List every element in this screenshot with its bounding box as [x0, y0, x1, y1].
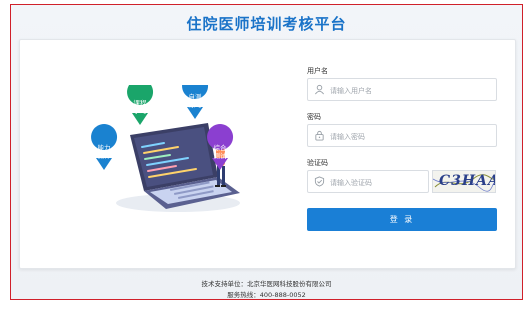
- footer-hotline: 服务热线：400-888-0052: [227, 291, 306, 299]
- svg-text:练习: 练习: [189, 100, 202, 109]
- password-field[interactable]: [307, 124, 497, 147]
- login-card: 课程 学习 自测 练习 能力 测评 综合 测试 用户名 请输入用户名 密码 验证…: [19, 39, 516, 269]
- captcha-input[interactable]: [328, 173, 430, 192]
- shield-icon: [314, 176, 325, 187]
- login-button[interactable]: 登 录: [307, 208, 497, 231]
- platform-illustration: 课程 学习 自测 练习 能力 测评 综合 测试: [91, 85, 240, 212]
- lock-icon: [315, 130, 324, 141]
- svg-text:测试: 测试: [214, 151, 228, 160]
- svg-text:课程: 课程: [134, 98, 148, 107]
- svg-text:学习: 学习: [134, 106, 147, 115]
- user-icon: [315, 84, 324, 95]
- captcha-field[interactable]: [307, 170, 430, 193]
- svg-text:综合: 综合: [214, 143, 228, 152]
- username-input[interactable]: [328, 81, 492, 100]
- ability-assessment-pin: 能力 测评: [91, 124, 118, 170]
- captcha-text: C3HAA: [439, 173, 496, 189]
- course-study-pin: 课程 学习: [127, 85, 154, 125]
- page-frame: 住院医师培训考核平台 课程 学习 自测 练习 能力 测评 综合 测试 用户名 请…: [10, 4, 523, 300]
- captcha-image[interactable]: C3HAA: [432, 170, 496, 193]
- svg-text:能力: 能力: [98, 143, 111, 152]
- username-field[interactable]: [307, 78, 497, 101]
- svg-text:自测: 自测: [189, 92, 203, 101]
- password-label: 密码: [307, 113, 321, 121]
- page-title: 住院医师培训考核平台: [186, 15, 347, 33]
- self-test-pin: 自测 练习: [182, 85, 209, 119]
- username-label: 用户名: [307, 67, 328, 75]
- footer-support: 技术支持单位：北京华医网科技股份有限公司: [201, 280, 332, 288]
- password-input[interactable]: [328, 127, 492, 146]
- svg-text:测评: 测评: [98, 152, 112, 160]
- captcha-label: 验证码: [307, 159, 328, 167]
